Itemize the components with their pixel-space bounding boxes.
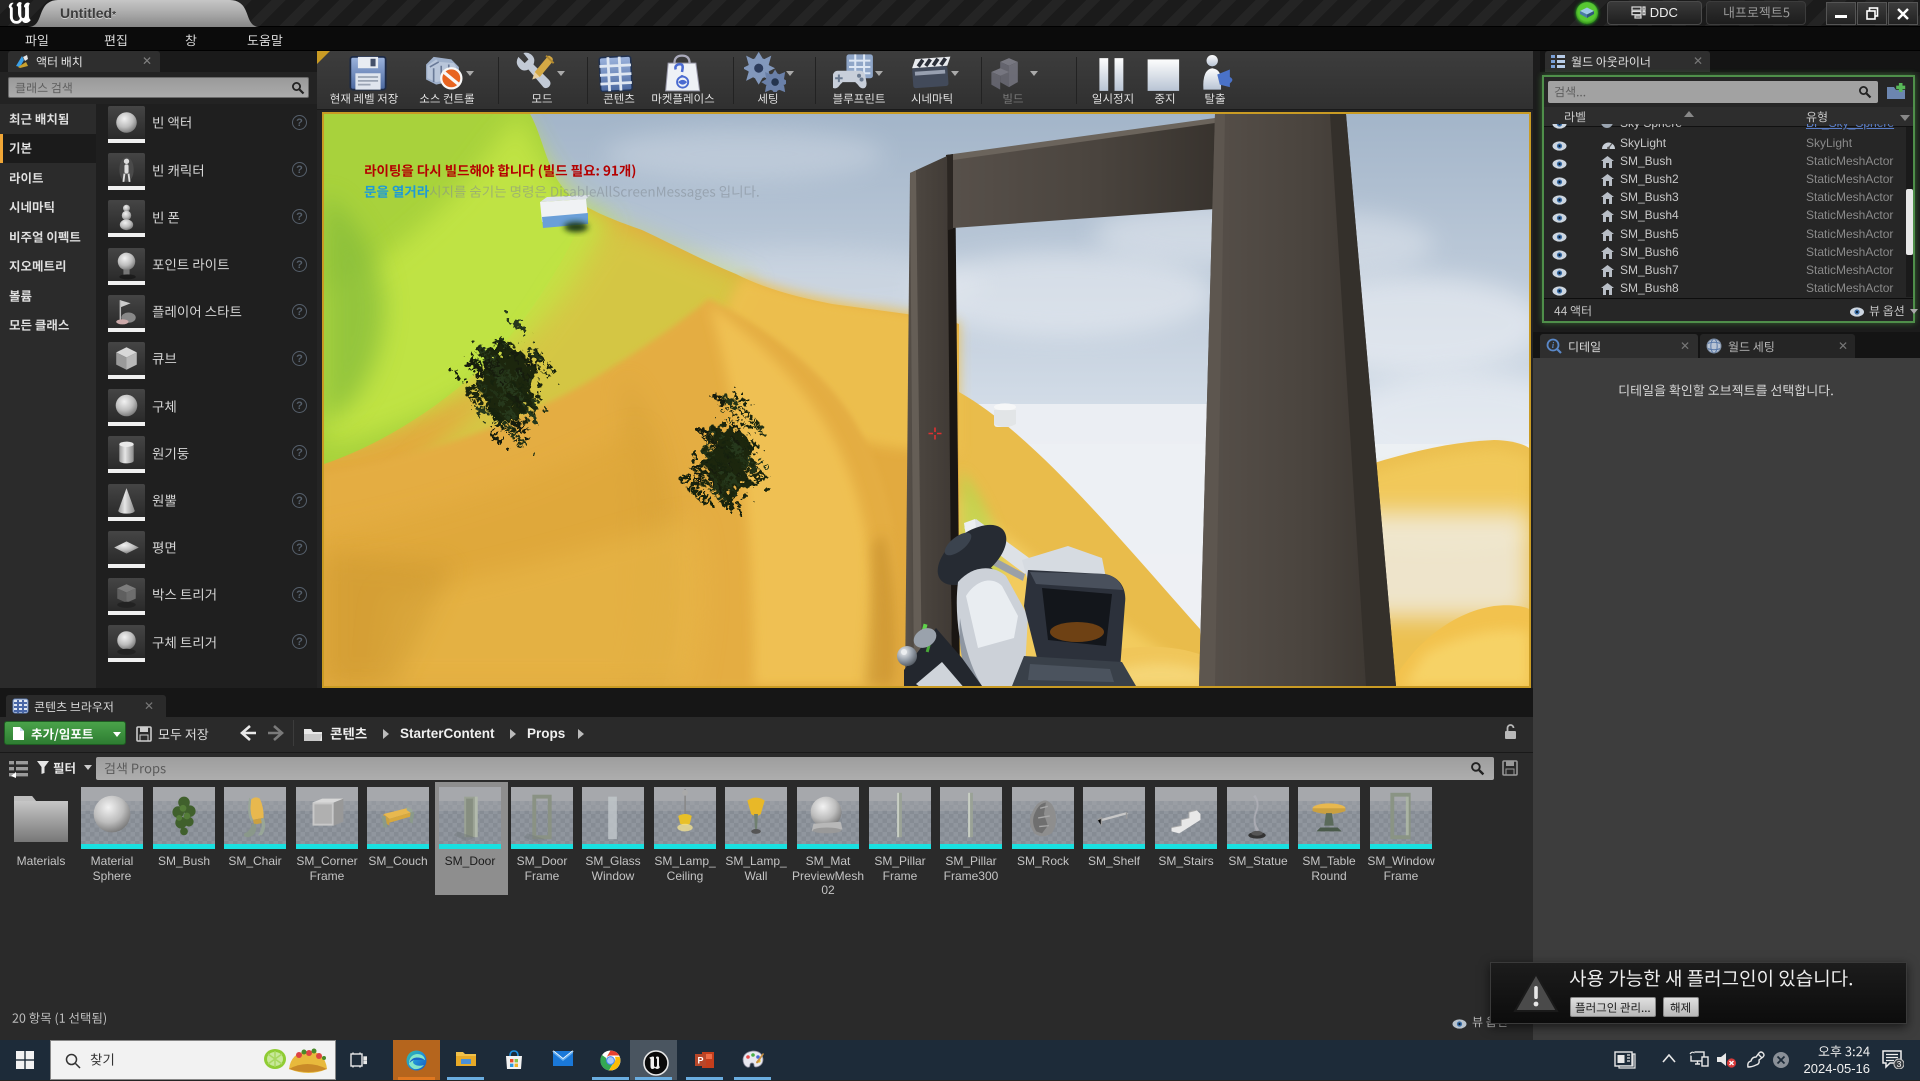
svg-text:i: i	[1552, 341, 1555, 350]
svg-text:P: P	[697, 1056, 703, 1066]
svg-text:3: 3	[1897, 1059, 1902, 1069]
